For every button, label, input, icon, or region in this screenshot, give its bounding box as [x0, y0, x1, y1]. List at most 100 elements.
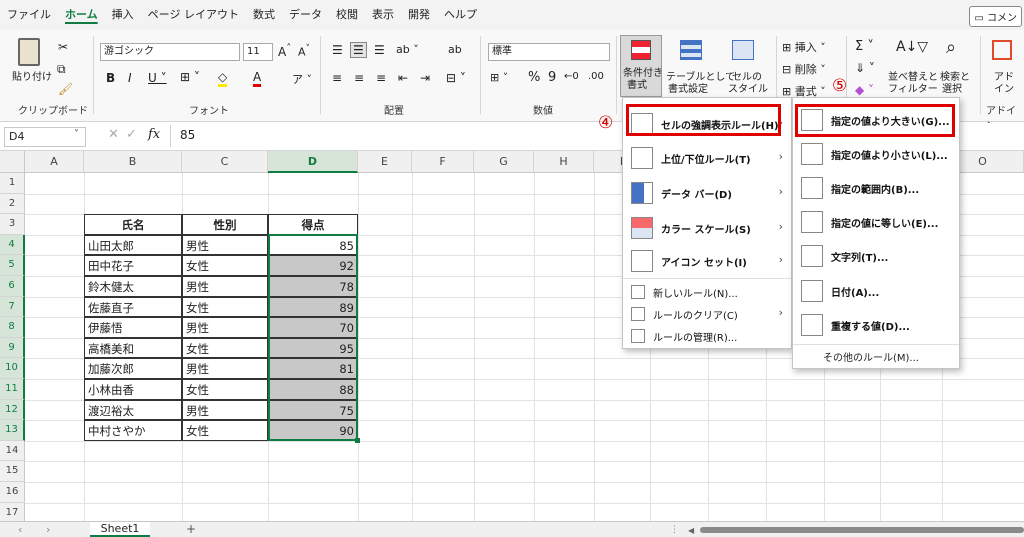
row-header-4[interactable]: 4: [0, 234, 25, 256]
border-icon[interactable]: ⊞ ˅: [180, 70, 200, 84]
align-bottom-icon[interactable]: ☰: [374, 43, 385, 57]
tab-data[interactable]: データ: [282, 0, 329, 30]
table-cell[interactable]: 81: [268, 358, 358, 379]
table-cell[interactable]: 山田太郎: [84, 234, 182, 256]
paste-button[interactable]: 貼り付け: [12, 68, 52, 83]
table-header-cell[interactable]: 氏名: [84, 214, 182, 235]
insert-function-icon[interactable]: fx: [148, 127, 160, 142]
table-cell[interactable]: 89: [268, 296, 358, 318]
align-left-icon[interactable]: ≡: [332, 71, 342, 85]
submenu-item-date[interactable]: 日付(A)...: [801, 276, 879, 306]
decrease-decimal-icon[interactable]: .00: [588, 71, 604, 82]
menu-item-top-bottom[interactable]: 上位/下位ルール(T): [631, 143, 751, 173]
submenu-item-less-than[interactable]: 指定の値より小さい(L)...: [801, 139, 948, 169]
phonetic-icon[interactable]: ア ˅: [292, 71, 312, 87]
align-middle-icon[interactable]: ☰: [350, 42, 367, 58]
select-all-corner[interactable]: [0, 151, 25, 173]
table-cell[interactable]: 85: [268, 234, 358, 256]
column-header-f[interactable]: F: [412, 151, 474, 173]
table-cell[interactable]: 男性: [182, 399, 268, 421]
table-cell[interactable]: 中村さやか: [84, 420, 182, 441]
underline-button[interactable]: U ˅: [148, 71, 167, 85]
align-center-icon[interactable]: ≡: [354, 71, 364, 85]
table-cell[interactable]: 女性: [182, 296, 268, 318]
clear-icon[interactable]: ◆ ˅: [855, 83, 874, 97]
table-cell[interactable]: 女性: [182, 337, 268, 359]
format-as-table-label-2[interactable]: 書式設定: [668, 80, 708, 95]
addins-label-2[interactable]: イン: [994, 80, 1014, 95]
menu-item-clear-rules[interactable]: ルールのクリア(C): [631, 302, 738, 326]
table-header-cell[interactable]: 得点: [268, 214, 358, 235]
increase-decimal-icon[interactable]: ←0: [564, 71, 579, 82]
table-cell[interactable]: 男性: [182, 317, 268, 338]
table-cell[interactable]: 田中花子: [84, 255, 182, 276]
tab-developer[interactable]: 開発: [401, 0, 437, 30]
wrap-text-icon[interactable]: ab: [448, 43, 462, 56]
tab-help[interactable]: ヘルプ: [437, 0, 484, 30]
table-cell[interactable]: 70: [268, 317, 358, 338]
table-cell[interactable]: 佐藤直子: [84, 296, 182, 318]
table-header-cell[interactable]: 性別: [182, 214, 268, 235]
menu-item-new-rule[interactable]: 新しいルール(N)...: [631, 280, 738, 304]
comma-style-icon[interactable]: 9: [548, 70, 556, 85]
hscroll-left-icon[interactable]: ◀: [688, 526, 694, 535]
insert-cells-button[interactable]: ⊞ 挿入 ˅: [782, 39, 826, 55]
submenu-item-duplicate[interactable]: 重複する値(D)...: [801, 310, 910, 340]
row-header-1[interactable]: 1: [0, 173, 25, 194]
align-top-icon[interactable]: ☰: [332, 43, 343, 57]
cell-styles-icon[interactable]: [732, 40, 754, 60]
delete-cells-button[interactable]: ⊟ 削除 ˅: [782, 61, 826, 77]
row-header-11[interactable]: 11: [0, 379, 25, 400]
submenu-item-equal-to[interactable]: 指定の値に等しい(E)...: [801, 207, 938, 237]
name-box-dropdown-icon[interactable]: ˅: [74, 129, 79, 140]
column-header-e[interactable]: E: [358, 151, 412, 173]
table-cell[interactable]: 92: [268, 255, 358, 276]
menu-item-icon-sets[interactable]: アイコン セット(I): [631, 246, 747, 276]
row-header-7[interactable]: 7: [0, 296, 25, 318]
sort-filter-label-2[interactable]: フィルター: [888, 80, 938, 95]
table-cell[interactable]: 男性: [182, 276, 268, 297]
percent-icon[interactable]: %: [528, 70, 540, 85]
table-cell[interactable]: 男性: [182, 358, 268, 379]
column-header-d[interactable]: D: [268, 151, 358, 173]
row-header-8[interactable]: 8: [0, 317, 25, 338]
fill-handle[interactable]: [355, 438, 360, 443]
column-header-g[interactable]: G: [474, 151, 534, 173]
column-header-a[interactable]: A: [25, 151, 84, 173]
cut-icon[interactable]: ✂: [58, 40, 68, 54]
table-cell[interactable]: 90: [268, 420, 358, 441]
row-header-13[interactable]: 13: [0, 420, 25, 441]
decrease-font-icon[interactable]: A˅: [298, 43, 310, 59]
comment-button[interactable]: ▭ コメン: [969, 6, 1022, 27]
tab-view[interactable]: 表示: [365, 0, 401, 30]
number-format-select[interactable]: 標準: [488, 43, 610, 61]
format-as-table-icon[interactable]: [680, 40, 702, 60]
submenu-item-between[interactable]: 指定の範囲内(B)...: [801, 173, 919, 203]
fill-color-icon[interactable]: ◇: [218, 70, 228, 87]
paste-icon[interactable]: [18, 38, 40, 66]
table-cell[interactable]: 女性: [182, 420, 268, 441]
tab-page-layout[interactable]: ページ レイアウト: [141, 0, 246, 30]
font-color-icon[interactable]: A: [253, 70, 262, 87]
autosum-icon[interactable]: Σ ˅: [855, 39, 874, 54]
table-cell[interactable]: 伊藤悟: [84, 317, 182, 338]
formula-input[interactable]: 85: [180, 128, 195, 142]
addins-icon[interactable]: [992, 40, 1012, 60]
table-cell[interactable]: 渡辺裕太: [84, 399, 182, 421]
row-header-5[interactable]: 5: [0, 255, 25, 276]
row-header-9[interactable]: 9: [0, 337, 25, 359]
italic-button[interactable]: I: [128, 71, 132, 85]
row-header-6[interactable]: 6: [0, 276, 25, 297]
bold-button[interactable]: B: [106, 71, 115, 85]
submenu-item-more-rules[interactable]: その他のルール(M)...: [823, 349, 919, 364]
menu-item-manage-rules[interactable]: ルールの管理(R)...: [631, 324, 737, 348]
indent-icon[interactable]: ⇥: [420, 71, 430, 85]
horizontal-scrollbar[interactable]: [700, 527, 1024, 533]
accounting-format-icon[interactable]: ⊞ ˅: [490, 71, 508, 84]
add-sheet-button[interactable]: +: [186, 522, 196, 536]
find-select-icon[interactable]: ⌕: [946, 37, 956, 58]
table-cell[interactable]: 78: [268, 276, 358, 297]
outdent-icon[interactable]: ⇤: [398, 71, 408, 85]
font-size-select[interactable]: 11: [243, 43, 273, 61]
table-cell[interactable]: 75: [268, 399, 358, 421]
